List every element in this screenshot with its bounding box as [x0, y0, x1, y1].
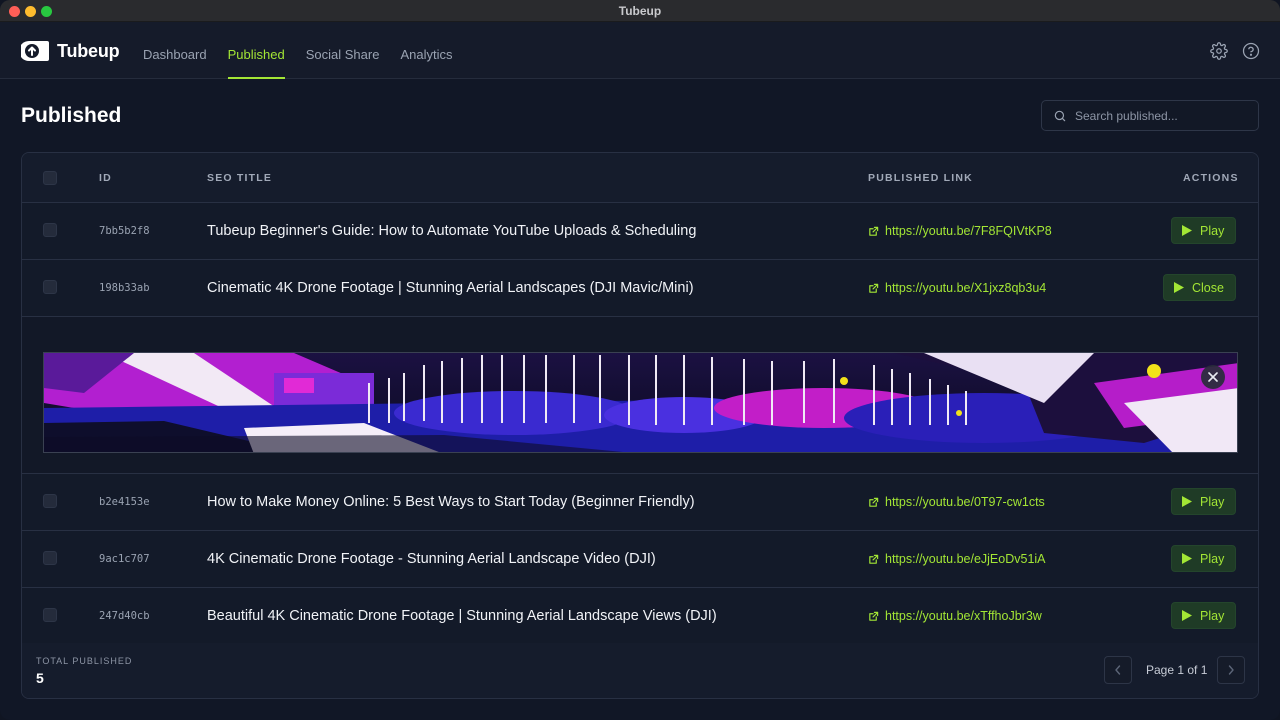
published-link-text: https://youtu.be/eJjEoDv51iA [885, 552, 1046, 566]
tab-dashboard[interactable]: Dashboard [143, 22, 207, 79]
app-window: Tubeup Tubeup Dashboard Published Social… [0, 0, 1280, 720]
column-header-published-link: PUBLISHED LINK [868, 172, 973, 184]
gear-icon[interactable] [1210, 42, 1228, 60]
row-seo-title: Tubeup Beginner's Guide: How to Automate… [207, 223, 697, 239]
play-button[interactable]: Play [1171, 545, 1237, 572]
window-title: Tubeup [618, 4, 662, 18]
page-indicator: Page 1 of 1 [1146, 663, 1208, 677]
video-close-button[interactable] [1201, 365, 1225, 389]
row-seo-title: Cinematic 4K Drone Footage | Stunning Ae… [207, 280, 694, 296]
search-icon [1054, 110, 1066, 121]
published-link[interactable]: https://youtu.be/eJjEoDv51iA [868, 552, 1046, 566]
nav-tabs: Dashboard Published Social Share Analyti… [143, 22, 473, 79]
external-link-icon [869, 226, 879, 236]
table-row: b2e4153e How to Make Money Online: 5 Bes… [22, 474, 1258, 531]
play-button-label: Play [1200, 223, 1225, 238]
play-button[interactable]: Play [1171, 488, 1237, 515]
search-input[interactable] [1075, 108, 1245, 123]
play-button-label: Play [1200, 608, 1225, 623]
published-link[interactable]: https://youtu.be/X1jxz8qb3u4 [868, 281, 1046, 295]
select-all-checkbox[interactable] [43, 171, 57, 185]
table-row: 9ac1c707 4K Cinematic Drone Footage - St… [22, 531, 1258, 588]
play-button-label: Play [1200, 551, 1225, 566]
table-header: ID SEO TITLE PUBLISHED LINK ACTIONS [22, 153, 1258, 203]
published-link[interactable]: https://youtu.be/0T97-cw1cts [868, 495, 1045, 509]
chevron-left-icon [1115, 665, 1121, 675]
next-page-button[interactable] [1217, 656, 1245, 684]
row-seo-title: Beautiful 4K Cinematic Drone Footage | S… [207, 608, 717, 624]
row-checkbox[interactable] [43, 223, 57, 237]
row-id: 9ac1c707 [99, 553, 150, 565]
row-seo-title: 4K Cinematic Drone Footage - Stunning Ae… [207, 551, 656, 567]
tubeup-logo-icon [21, 41, 49, 61]
row-id: 7bb5b2f8 [99, 225, 150, 237]
published-link-text: https://youtu.be/7F8FQIVtKP8 [885, 224, 1052, 238]
row-seo-title: How to Make Money Online: 5 Best Ways to… [207, 494, 695, 510]
published-link[interactable]: https://youtu.be/xTffhoJbr3w [868, 609, 1042, 623]
close-player-button[interactable]: Close [1163, 274, 1236, 301]
total-published-label: TOTAL PUBLISHED [36, 656, 133, 666]
table-row: 247d40cb Beautiful 4K Cinematic Drone Fo… [22, 588, 1258, 645]
external-link-icon [869, 554, 879, 564]
row-id: 247d40cb [99, 610, 150, 622]
play-icon [1182, 610, 1192, 621]
column-header-actions: ACTIONS [1183, 172, 1239, 184]
play-icon [1182, 553, 1192, 564]
row-checkbox[interactable] [43, 551, 57, 565]
published-table: ID SEO TITLE PUBLISHED LINK ACTIONS 7bb5… [21, 152, 1259, 699]
page-title: Published [21, 104, 122, 127]
video-frame [44, 353, 1237, 452]
external-link-icon [869, 611, 879, 621]
published-link-text: https://youtu.be/0T97-cw1cts [885, 495, 1045, 509]
tab-social-share[interactable]: Social Share [306, 22, 380, 79]
table-footer: TOTAL PUBLISHED 5 Page 1 of 1 [22, 643, 1258, 698]
play-icon [1182, 225, 1192, 236]
brand[interactable]: Tubeup [21, 39, 120, 63]
play-button[interactable]: Play [1171, 217, 1237, 244]
play-button-label: Play [1200, 494, 1225, 509]
play-icon [1182, 496, 1192, 507]
brand-name: Tubeup [57, 40, 120, 61]
column-header-id: ID [99, 172, 112, 184]
previous-page-button[interactable] [1104, 656, 1132, 684]
top-navbar: Tubeup Dashboard Published Social Share … [0, 22, 1280, 79]
external-link-icon [869, 497, 879, 507]
external-link-icon [869, 283, 879, 293]
video-player[interactable] [43, 352, 1238, 453]
published-link-text: https://youtu.be/X1jxz8qb3u4 [885, 281, 1047, 295]
help-icon[interactable] [1242, 42, 1260, 60]
search-box[interactable] [1041, 100, 1259, 131]
published-link-text: https://youtu.be/xTffhoJbr3w [885, 609, 1042, 623]
row-checkbox[interactable] [43, 280, 57, 294]
row-checkbox[interactable] [43, 608, 57, 622]
published-link[interactable]: https://youtu.be/7F8FQIVtKP8 [868, 224, 1052, 238]
title-bar: Tubeup [0, 0, 1280, 22]
table-row: 198b33ab Cinematic 4K Drone Footage | St… [22, 260, 1258, 317]
video-player-row [22, 317, 1258, 474]
play-icon [1174, 282, 1184, 293]
chevron-right-icon [1228, 665, 1234, 675]
tab-analytics[interactable]: Analytics [400, 22, 452, 79]
close-icon [1208, 372, 1218, 382]
table-row: 7bb5b2f8 Tubeup Beginner's Guide: How to… [22, 203, 1258, 260]
row-id: 198b33ab [99, 282, 150, 294]
nav-icons [1210, 42, 1260, 60]
tab-published[interactable]: Published [227, 22, 285, 79]
play-button[interactable]: Play [1171, 602, 1237, 629]
row-id: b2e4153e [99, 496, 150, 508]
close-button-label: Close [1192, 280, 1224, 295]
total-published-count: 5 [36, 670, 44, 686]
row-checkbox[interactable] [43, 494, 57, 508]
column-header-seo-title: SEO TITLE [207, 172, 273, 184]
